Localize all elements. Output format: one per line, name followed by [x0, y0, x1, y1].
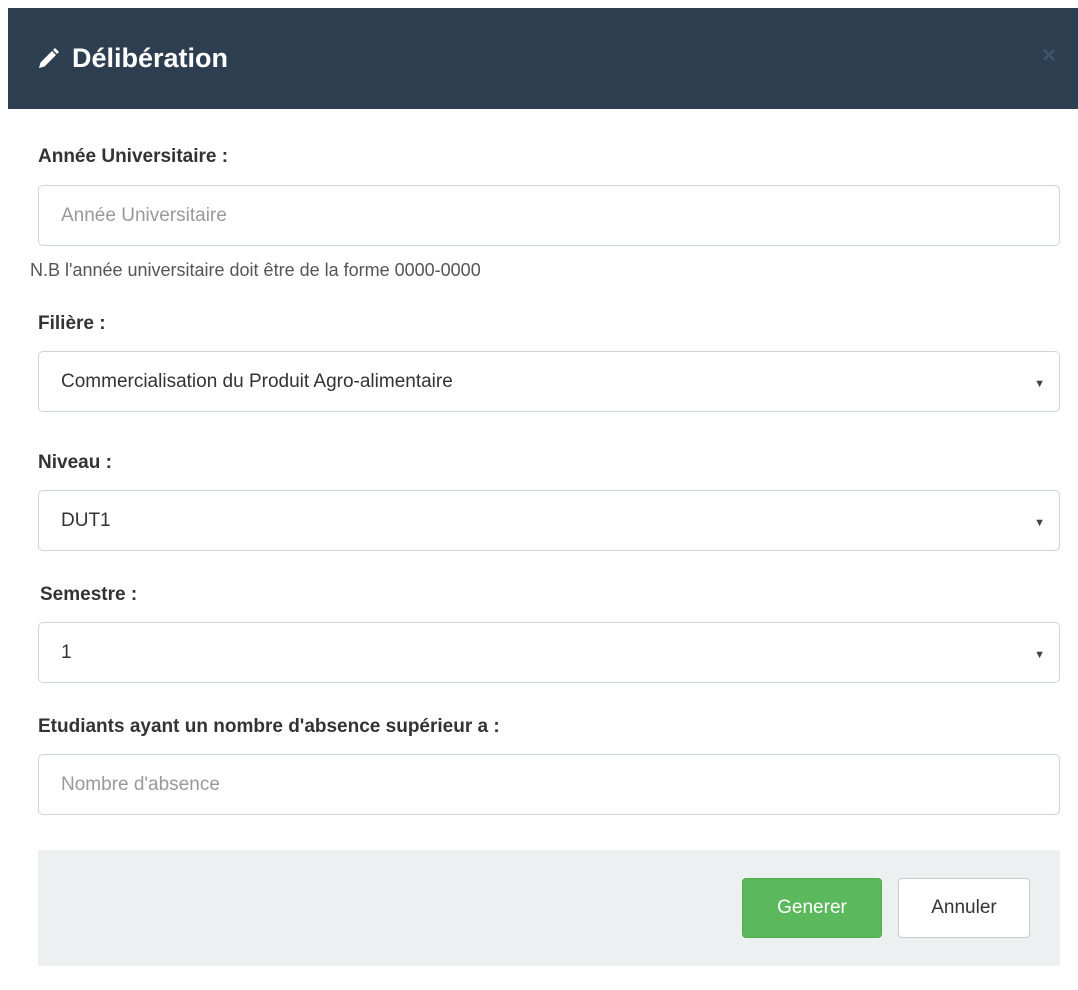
pencil-icon	[36, 47, 60, 71]
annee-input[interactable]: Année Universitaire	[38, 185, 1060, 246]
absence-placeholder: Nombre d'absence	[61, 773, 220, 795]
absence-label: Etudiants ayant un nombre d'absence supé…	[38, 716, 500, 737]
semestre-label: Semestre :	[40, 584, 138, 605]
niveau-selected-value: DUT1	[61, 509, 111, 531]
annee-label: Année Universitaire :	[38, 146, 229, 167]
filiere-selected-value: Commercialisation du Produit Agro-alimen…	[61, 370, 453, 392]
annee-placeholder: Année Universitaire	[61, 204, 227, 226]
caret-down-icon: ▼	[1034, 377, 1045, 390]
modal-footer: Generer Annuler	[38, 850, 1060, 966]
generate-button[interactable]: Generer	[742, 878, 882, 938]
semestre-selected-value: 1	[61, 641, 72, 663]
niveau-label: Niveau :	[38, 452, 112, 473]
caret-down-icon: ▼	[1034, 648, 1045, 661]
filiere-select[interactable]: Commercialisation du Produit Agro-alimen…	[38, 351, 1060, 412]
caret-down-icon: ▼	[1034, 516, 1045, 529]
close-icon[interactable]: ×	[1042, 44, 1056, 68]
cancel-button[interactable]: Annuler	[898, 878, 1030, 938]
annee-help-text: N.B l'année universitaire doit être de l…	[30, 260, 481, 280]
niveau-select[interactable]: DUT1 ▼	[38, 490, 1060, 551]
deliberation-modal: Délibération × Année Universitaire : Ann…	[8, 8, 1078, 990]
absence-input[interactable]: Nombre d'absence	[38, 754, 1060, 815]
modal-title: Délibération	[36, 43, 228, 74]
modal-title-text: Délibération	[72, 43, 229, 73]
modal-header: Délibération ×	[8, 8, 1078, 109]
filiere-label: Filière :	[38, 313, 106, 334]
semestre-select[interactable]: 1 ▼	[38, 622, 1060, 683]
